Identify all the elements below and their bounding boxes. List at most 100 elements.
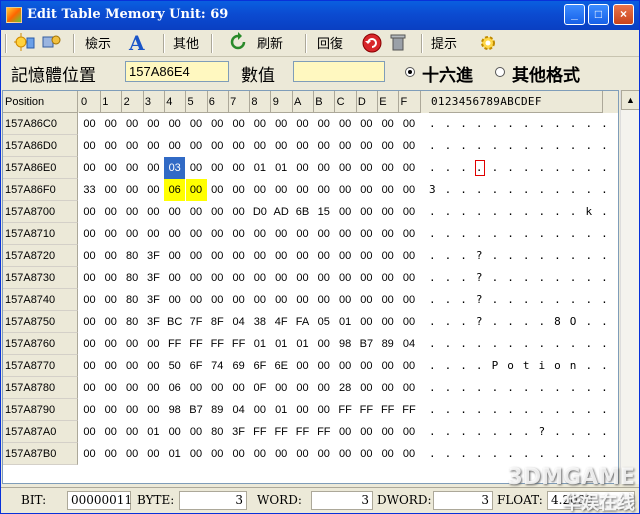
- byte-cell[interactable]: 74: [207, 355, 228, 377]
- byte-cell[interactable]: 00: [207, 135, 228, 157]
- title-bar[interactable]: Edit Table Memory Unit: 69 _ □ ×: [1, 1, 639, 30]
- byte-cell[interactable]: 00: [79, 333, 100, 355]
- byte-cell[interactable]: 00: [399, 113, 420, 135]
- byte-cell[interactable]: 7F: [186, 311, 207, 333]
- byte-cell[interactable]: 00: [271, 135, 292, 157]
- byte-cell[interactable]: 38: [249, 311, 270, 333]
- byte-cell[interactable]: 00: [207, 377, 228, 399]
- byte-cell[interactable]: 00: [271, 443, 292, 465]
- byte-cell[interactable]: FF: [164, 333, 185, 355]
- byte-cell[interactable]: 00: [164, 223, 185, 245]
- byte-cell[interactable]: 00: [271, 113, 292, 135]
- byte-cell[interactable]: 00: [100, 179, 121, 201]
- byte-cell[interactable]: 00: [79, 113, 100, 135]
- memory-grid[interactable]: Position 0123456789ABCDEF 0123456789ABCD…: [2, 90, 619, 484]
- byte-cell[interactable]: FF: [335, 399, 356, 421]
- byte-cell[interactable]: 00: [399, 245, 420, 267]
- byte-cell[interactable]: 00: [164, 267, 185, 289]
- table-row[interactable]: 157A8770 00 00 00 00 50 6F 74 69 6F 6E 00 00 00 00 00 00…: [3, 355, 618, 377]
- refresh-button[interactable]: 刷新: [257, 32, 283, 55]
- byte-cell[interactable]: 00: [335, 245, 356, 267]
- byte-cell[interactable]: 00: [228, 223, 249, 245]
- byte-cell[interactable]: 00: [292, 443, 313, 465]
- byte-cell[interactable]: 00: [399, 421, 420, 443]
- byte-cell[interactable]: 00: [122, 157, 143, 179]
- byte-cell[interactable]: 01: [143, 421, 164, 443]
- byte-cell[interactable]: 00: [313, 179, 334, 201]
- byte-cell[interactable]: 00: [399, 135, 420, 157]
- value-field[interactable]: [293, 61, 385, 82]
- byte-cell[interactable]: 00: [185, 179, 207, 201]
- byte-cell[interactable]: 01: [271, 399, 292, 421]
- byte-cell[interactable]: 00: [207, 289, 228, 311]
- table-row[interactable]: 157A8740 00 00 80 3F 00 00 00 00 00 00 00 00 00 00 00 00…: [3, 289, 618, 311]
- byte-cell[interactable]: 00: [377, 135, 398, 157]
- byte-cell[interactable]: 00: [122, 135, 143, 157]
- byte-cell[interactable]: 00: [313, 399, 334, 421]
- byte-cell[interactable]: FF: [249, 421, 270, 443]
- other-format-radio[interactable]: [495, 67, 505, 77]
- byte-cell[interactable]: 00: [186, 245, 207, 267]
- byte-cell[interactable]: 00: [356, 179, 377, 201]
- byte-cell[interactable]: 00: [292, 179, 313, 201]
- byte-cell[interactable]: 00: [249, 223, 270, 245]
- address-field[interactable]: 157A86E4: [125, 61, 229, 82]
- byte-cell[interactable]: 00: [100, 157, 121, 179]
- byte-cell[interactable]: FF: [271, 421, 292, 443]
- byte-cell[interactable]: 00: [356, 443, 377, 465]
- byte-cell[interactable]: 00: [356, 311, 377, 333]
- byte-cell[interactable]: 00: [292, 113, 313, 135]
- byte-cell[interactable]: 00: [122, 113, 143, 135]
- byte-cell[interactable]: 00: [356, 289, 377, 311]
- byte-cell[interactable]: 8F: [207, 311, 228, 333]
- byte-cell[interactable]: 00: [79, 135, 100, 157]
- byte-cell[interactable]: 00: [207, 443, 228, 465]
- byte-cell[interactable]: 00: [164, 421, 185, 443]
- byte-cell[interactable]: 00: [143, 399, 164, 421]
- undo-icon[interactable]: [361, 32, 383, 55]
- view-button[interactable]: 檢示: [85, 32, 111, 55]
- byte-cell[interactable]: 00: [377, 223, 398, 245]
- byte-cell[interactable]: 00: [164, 245, 185, 267]
- byte-cell[interactable]: 00: [399, 267, 420, 289]
- table-row[interactable]: 157A8750 00 00 80 3F BC 7F 8F 04 38 4F FA 05 01 00 00 00…: [3, 311, 618, 333]
- byte-cell[interactable]: 00: [207, 179, 228, 201]
- byte-cell[interactable]: 00: [143, 223, 164, 245]
- byte-cell[interactable]: 00: [356, 421, 377, 443]
- byte-cell[interactable]: 00: [143, 157, 164, 179]
- byte-cell[interactable]: 01: [292, 333, 313, 355]
- font-icon[interactable]: A: [129, 32, 145, 55]
- byte-cell[interactable]: 00: [313, 267, 334, 289]
- table-row[interactable]: 157A8710 00 00 00 00 00 00 00 00 00 00 00 00 00 00 00 00…: [3, 223, 618, 245]
- byte-cell[interactable]: FF: [313, 421, 334, 443]
- byte-cell[interactable]: 06: [164, 179, 186, 201]
- byte-cell[interactable]: 04: [228, 399, 249, 421]
- byte-cell[interactable]: B7: [186, 399, 207, 421]
- byte-cell[interactable]: 00: [228, 377, 249, 399]
- byte-cell[interactable]: D0: [249, 201, 270, 223]
- byte-cell[interactable]: 00: [249, 267, 270, 289]
- byte-cell[interactable]: 03: [164, 157, 186, 179]
- byte-cell[interactable]: 00: [335, 443, 356, 465]
- byte-cell[interactable]: 00: [356, 157, 377, 179]
- gear-icon[interactable]: [477, 32, 499, 55]
- byte-cell[interactable]: 28: [335, 377, 356, 399]
- byte-cell[interactable]: 00: [143, 377, 164, 399]
- byte-cell[interactable]: 00: [399, 443, 420, 465]
- byte-cell[interactable]: 00: [377, 245, 398, 267]
- byte-cell[interactable]: 00: [292, 355, 313, 377]
- byte-cell[interactable]: 00: [249, 113, 270, 135]
- byte-cell[interactable]: 00: [313, 223, 334, 245]
- byte-cell[interactable]: 00: [186, 135, 207, 157]
- byte-cell[interactable]: 00: [143, 355, 164, 377]
- byte-cell[interactable]: 00: [228, 245, 249, 267]
- byte-cell[interactable]: 00: [335, 113, 356, 135]
- sparkle-icon[interactable]: [13, 32, 35, 55]
- byte-cell[interactable]: 00: [186, 443, 207, 465]
- byte-cell[interactable]: 04: [228, 311, 249, 333]
- byte-cell[interactable]: 00: [335, 267, 356, 289]
- byte-cell[interactable]: 3F: [143, 311, 164, 333]
- byte-cell[interactable]: 00: [79, 223, 100, 245]
- byte-cell[interactable]: 01: [249, 333, 270, 355]
- table-row[interactable]: 157A8760 00 00 00 00 FF FF FF FF 01 01 01 00 98 B7 89 04…: [3, 333, 618, 355]
